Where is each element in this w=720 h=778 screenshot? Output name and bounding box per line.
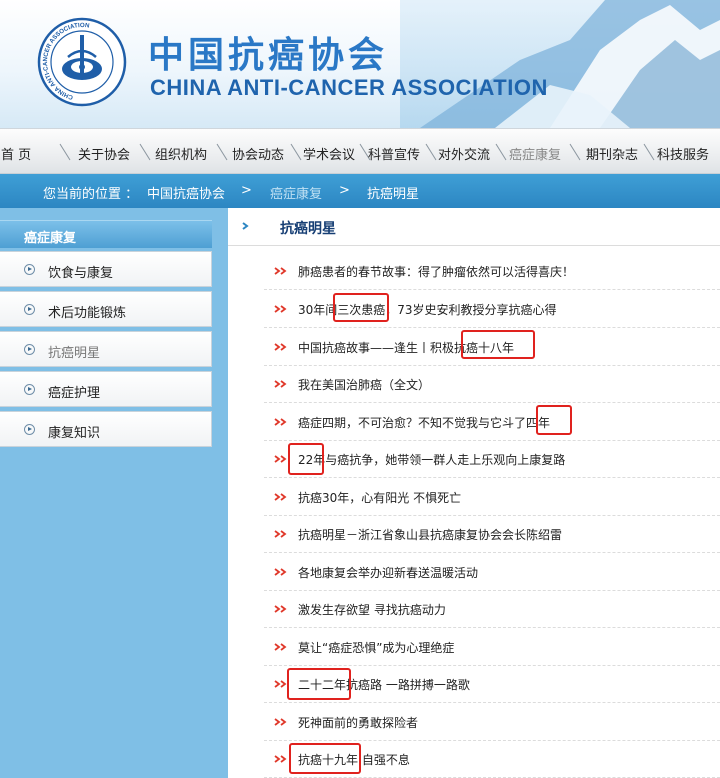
list-item: 癌症四期，不可治愈？不知不觉我与它斗了四年 <box>264 403 720 441</box>
article-link[interactable]: 抗癌十九年 自强不息 <box>298 751 410 768</box>
nav-separator <box>425 143 437 161</box>
double-arrow-bullet-icon <box>274 530 287 538</box>
article-link[interactable]: 二十二年抗癌路 一路拼搏一路歌 <box>298 676 470 693</box>
article-link[interactable]: 抗癌明星－浙江省象山县抗癌康复协会会长陈绍雷 <box>298 526 562 543</box>
arrow-circle-icon <box>24 344 35 355</box>
nav-journals[interactable]: 期刊杂志 <box>586 144 638 163</box>
list-item: 中国抗癌故事——逢生丨积极抗癌十八年 <box>264 328 720 366</box>
arrow-circle-icon <box>24 264 35 275</box>
breadcrumb-prefix: 您当前的位置 ： <box>43 187 139 202</box>
nav-cancer-rehabilitation[interactable]: 癌症康复 <box>509 144 561 163</box>
nav-separator <box>139 143 151 161</box>
sidebar-item-label: 抗癌明星 <box>48 346 101 361</box>
breadcrumb-link-home[interactable]: 中国抗癌协会 <box>147 183 225 202</box>
article-link[interactable]: 死神面前的勇敢探险者 <box>298 714 418 731</box>
double-arrow-bullet-icon <box>274 680 287 688</box>
article-link[interactable]: 各地康复会举办迎新春送温暖活动 <box>298 564 478 581</box>
double-arrow-bullet-icon <box>274 755 287 763</box>
sidebar-item-label: 饮食与康复 <box>48 266 114 281</box>
nav-home[interactable]: 首 页 <box>1 144 31 163</box>
double-arrow-bullet-icon <box>274 605 287 613</box>
sidebar: 癌症康复 饮食与康复 术后功能锻炼 抗癌明星 癌症护理 康复知识 <box>0 208 228 778</box>
breadcrumb-current: 抗癌明星 <box>367 187 420 202</box>
list-item: 抗癌30年，心有阳光 不惧死亡 <box>264 478 720 516</box>
double-arrow-bullet-icon <box>274 380 287 388</box>
sidebar-item-diet[interactable]: 饮食与康复 <box>0 251 212 287</box>
nav-tech-services[interactable]: 科技服务 <box>657 144 709 163</box>
mountain-banner-image <box>400 0 720 128</box>
nav-conferences[interactable]: 学术会议 <box>303 144 355 163</box>
double-arrow-bullet-icon <box>274 305 287 313</box>
sidebar-item-cancer-survivors[interactable]: 抗癌明星 <box>0 331 212 367</box>
nav-international-exchange[interactable]: 对外交流 <box>438 144 490 163</box>
double-arrow-bullet-icon <box>274 718 287 726</box>
double-arrow-bullet-icon <box>274 418 287 426</box>
nav-separator <box>216 143 228 161</box>
nav-separator <box>495 143 507 161</box>
article-link[interactable]: 30年间三次患癌，73岁史安利教授分享抗癌心得 <box>298 301 557 318</box>
list-item: 30年间三次患癌，73岁史安利教授分享抗癌心得 <box>264 290 720 328</box>
brand-name-chinese: 中国抗癌协会 <box>148 35 389 76</box>
article-link[interactable]: 抗癌30年，心有阳光 不惧死亡 <box>298 489 461 506</box>
list-item: 我在美国治肺癌（全文） <box>264 365 720 403</box>
brand-name-english: CHINA ANTI-CANCER ASSOCIATION <box>150 75 548 100</box>
page-title: 抗癌明星 <box>280 221 336 237</box>
double-arrow-bullet-icon <box>274 643 287 651</box>
chevron-right-icon <box>242 222 249 230</box>
sidebar-item-label: 康复知识 <box>48 426 101 441</box>
nav-news[interactable]: 协会动态 <box>232 144 284 163</box>
association-logo[interactable]: CHINA ANTI-CANCER ASSOCIATION <box>37 17 127 107</box>
breadcrumb-separator: > <box>339 183 350 198</box>
breadcrumb-separator: > <box>241 183 252 198</box>
arrow-circle-icon <box>24 304 35 315</box>
breadcrumb-link-category[interactable]: 癌症康复 <box>270 183 322 202</box>
breadcrumb: 您当前的位置 ： 中国抗癌协会 > 癌症康复 > 抗癌明星 <box>0 174 720 208</box>
sidebar-item-label: 术后功能锻炼 <box>48 306 127 321</box>
list-item: 各地康复会举办迎新春送温暖活动 <box>264 553 720 591</box>
nav-science-popularization[interactable]: 科普宣传 <box>368 144 420 163</box>
sidebar-item-postop-exercise[interactable]: 术后功能锻炼 <box>0 291 212 327</box>
double-arrow-bullet-icon <box>274 343 287 351</box>
nav-separator <box>290 143 302 161</box>
arrow-circle-icon <box>24 424 35 435</box>
article-link[interactable]: 我在美国治肺癌（全文） <box>298 376 430 393</box>
list-item: 抗癌十九年 自强不息 <box>264 740 720 778</box>
nav-about[interactable]: 关于协会 <box>78 144 130 163</box>
article-link[interactable]: 中国抗癌故事——逢生丨积极抗癌十八年 <box>298 339 514 356</box>
article-link[interactable]: 22年与癌抗争，她带领一群人走上乐观向上康复路 <box>298 451 565 468</box>
list-item: 22年与癌抗争，她带领一群人走上乐观向上康复路 <box>264 440 720 478</box>
list-item: 莫让“癌症恐惧”成为心理绝症 <box>264 628 720 666</box>
content-header: 抗癌明星 <box>228 208 720 246</box>
list-item: 死神面前的勇敢探险者 <box>264 703 720 741</box>
sidebar-item-cancer-care[interactable]: 癌症护理 <box>0 371 212 407</box>
article-link[interactable]: 癌症四期，不可治愈？不知不觉我与它斗了四年 <box>298 414 550 431</box>
list-item: 肺癌患者的春节故事：得了肿瘤依然可以活得喜庆！ <box>264 252 720 290</box>
sidebar-title: 癌症康复 <box>0 220 212 248</box>
nav-separator <box>643 143 655 161</box>
sidebar-item-label: 癌症护理 <box>48 386 101 401</box>
article-link[interactable]: 肺癌患者的春节故事：得了肿瘤依然可以活得喜庆！ <box>298 263 574 280</box>
nav-organization[interactable]: 组织机构 <box>155 144 207 163</box>
double-arrow-bullet-icon <box>274 568 287 576</box>
arrow-circle-icon <box>24 384 35 395</box>
double-arrow-bullet-icon <box>274 493 287 501</box>
article-link[interactable]: 激发生存欲望 寻找抗癌动力 <box>298 601 446 618</box>
double-arrow-bullet-icon <box>274 267 287 275</box>
site-header: CHINA ANTI-CANCER ASSOCIATION 中国抗癌协会 CHI… <box>0 0 720 128</box>
nav-separator <box>569 143 581 161</box>
double-arrow-bullet-icon <box>274 455 287 463</box>
nav-separator <box>59 143 71 161</box>
list-item: 激发生存欲望 寻找抗癌动力 <box>264 590 720 628</box>
sidebar-item-rehab-knowledge[interactable]: 康复知识 <box>0 411 212 447</box>
list-item: 二十二年抗癌路 一路拼搏一路歌 <box>264 665 720 703</box>
list-item: 抗癌明星－浙江省象山县抗癌康复协会会长陈绍雷 <box>264 515 720 553</box>
article-link[interactable]: 莫让“癌症恐惧”成为心理绝症 <box>298 639 454 656</box>
main-navigation: 首 页 关于协会 组织机构 协会动态 学术会议 科普宣传 对外交流 癌症康复 期… <box>0 128 720 174</box>
